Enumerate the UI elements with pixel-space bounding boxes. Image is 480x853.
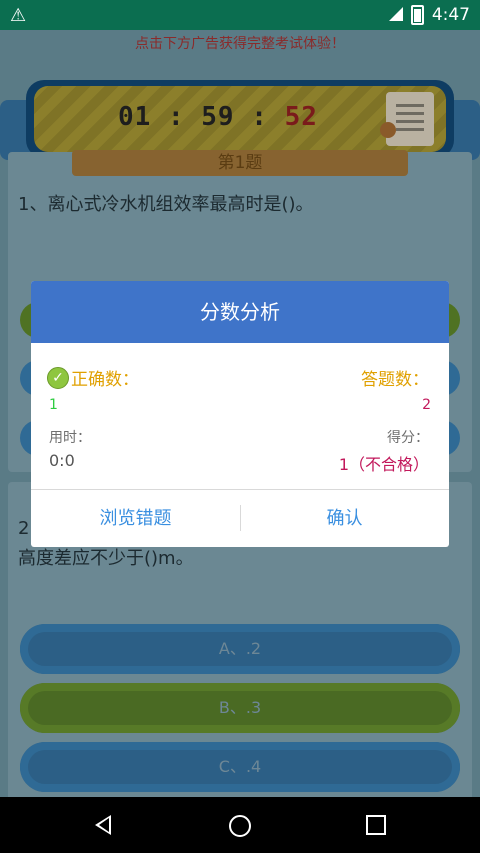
dialog-divider [31, 489, 449, 490]
review-wrong-answers-button[interactable]: 浏览错题 [31, 491, 240, 547]
answered-count-value: 2 [422, 397, 431, 413]
home-icon[interactable] [229, 815, 251, 837]
navigation-bar [0, 797, 480, 853]
option-b[interactable]: B、.3 [20, 683, 460, 733]
recent-apps-icon[interactable] [366, 815, 386, 835]
score-value: 1（不合格） [338, 455, 429, 474]
ad-hint-text: 点击下方广告获得完整考试体验！ [135, 36, 345, 52]
countdown-timer: 01 : 59 : 52 [118, 102, 318, 132]
status-time: 4:47 [431, 5, 470, 25]
status-bar: ⚠ 4:47 [0, 0, 480, 30]
question-2-text-line2: 高度差应不少于()m。 [18, 548, 194, 569]
checkmark-icon: ✓ [47, 366, 69, 389]
score-analysis-dialog: 分数分析 ✓ 正确数： 答题数： 1 2 用时： 得分： 0:0 1（不合格） … [31, 281, 449, 547]
signal-icon [388, 7, 403, 22]
question-number-badge: 第1题 [72, 150, 408, 176]
question-1-text: 1、离心式冷水机组效率最高时是()。 [18, 194, 314, 215]
time-used-label: 用时： [49, 430, 91, 446]
back-icon[interactable] [95, 815, 111, 835]
answered-count-label: 答题数： [361, 370, 429, 390]
warning-icon: ⚠ [10, 5, 27, 26]
confirm-button[interactable]: 确认 [240, 491, 449, 547]
correct-count-value: 1 [49, 397, 58, 413]
status-icons: 4:47 [388, 5, 470, 25]
battery-icon [410, 5, 424, 25]
dialog-title: 分数分析 [31, 281, 449, 343]
time-used-value: 0:0 [49, 451, 75, 470]
option-c[interactable]: C、.4 [20, 742, 460, 792]
score-label: 得分： [387, 430, 429, 446]
option-a[interactable]: A、.2 [20, 624, 460, 674]
correct-count-label: ✓ 正确数： [47, 365, 139, 390]
answer-sheet-icon[interactable] [380, 92, 434, 146]
